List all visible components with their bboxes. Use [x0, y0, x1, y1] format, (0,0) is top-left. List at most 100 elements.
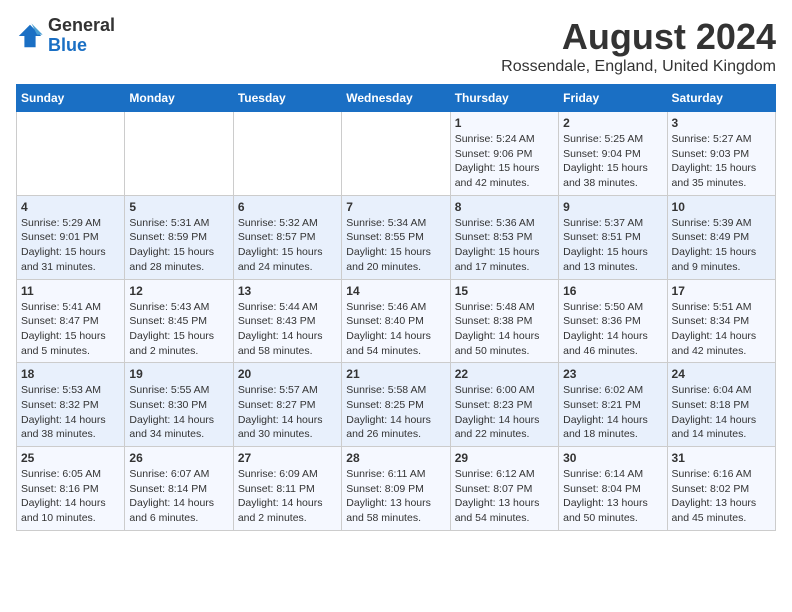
calendar-day-cell [125, 112, 233, 196]
calendar-day-cell: 9 Sunrise: 5:37 AM Sunset: 8:51 PM Daylig… [559, 195, 667, 279]
day-number: 5 [129, 200, 228, 214]
day-of-week-header: Monday [125, 85, 233, 112]
day-of-week-header: Thursday [450, 85, 558, 112]
day-info: Sunrise: 5:39 AM Sunset: 8:49 PM Dayligh… [672, 216, 771, 275]
calendar-day-cell: 2Sunrise: 5:25 AM Sunset: 9:04 PM Daylig… [559, 112, 667, 196]
calendar-day-cell: 30 Sunrise: 6:14 AM Sunset: 8:04 PM Dayli… [559, 447, 667, 531]
day-info: Sunrise: 6:05 AM Sunset: 8:16 PM Dayligh… [21, 467, 120, 526]
calendar-day-cell: 1 Sunrise: 5:24 AM Sunset: 9:06 PM Daylig… [450, 112, 558, 196]
calendar-day-cell [342, 112, 450, 196]
day-number: 26 [129, 451, 228, 465]
day-number: 25 [21, 451, 120, 465]
day-info: Sunrise: 6:14 AM Sunset: 8:04 PM Dayligh… [563, 467, 662, 526]
calendar-day-cell: 18 Sunrise: 5:53 AM Sunset: 8:32 PM Dayli… [17, 363, 125, 447]
location-subtitle: Rossendale, England, United Kingdom [501, 58, 776, 76]
day-of-week-header: Wednesday [342, 85, 450, 112]
calendar-day-cell: 14 Sunrise: 5:46 AM Sunset: 8:40 PM Dayli… [342, 279, 450, 363]
calendar-day-cell: 11Sunrise: 5:41 AM Sunset: 8:47 PM Dayli… [17, 279, 125, 363]
day-info: Sunrise: 5:44 AM Sunset: 8:43 PM Dayligh… [238, 300, 337, 359]
calendar-day-cell: 5 Sunrise: 5:31 AM Sunset: 8:59 PM Daylig… [125, 195, 233, 279]
day-number: 10 [672, 200, 771, 214]
day-info: Sunrise: 5:46 AM Sunset: 8:40 PM Dayligh… [346, 300, 445, 359]
calendar-day-cell: 24 Sunrise: 6:04 AM Sunset: 8:18 PM Dayli… [667, 363, 775, 447]
day-number: 28 [346, 451, 445, 465]
calendar-week-row: 1 Sunrise: 5:24 AM Sunset: 9:06 PM Daylig… [17, 112, 776, 196]
day-number: 6 [238, 200, 337, 214]
day-number: 24 [672, 367, 771, 381]
title-block: August 2024 Rossendale, England, United … [501, 16, 776, 76]
calendar-day-cell: 23 Sunrise: 6:02 AM Sunset: 8:21 PM Dayli… [559, 363, 667, 447]
day-of-week-header: Tuesday [233, 85, 341, 112]
calendar-day-cell: 10 Sunrise: 5:39 AM Sunset: 8:49 PM Dayli… [667, 195, 775, 279]
calendar-day-cell: 12 Sunrise: 5:43 AM Sunset: 8:45 PM Dayli… [125, 279, 233, 363]
page-header: General Blue August 2024 Rossendale, Eng… [16, 16, 776, 76]
calendar-day-cell: 7 Sunrise: 5:34 AM Sunset: 8:55 PM Daylig… [342, 195, 450, 279]
day-info: Sunrise: 5:34 AM Sunset: 8:55 PM Dayligh… [346, 216, 445, 275]
day-number: 7 [346, 200, 445, 214]
day-number: 21 [346, 367, 445, 381]
day-number: 8 [455, 200, 554, 214]
day-number: 31 [672, 451, 771, 465]
day-info: Sunrise: 5:24 AM Sunset: 9:06 PM Dayligh… [455, 132, 554, 191]
day-number: 13 [238, 284, 337, 298]
calendar-day-cell: 29Sunrise: 6:12 AM Sunset: 8:07 PM Dayli… [450, 447, 558, 531]
day-number: 1 [455, 116, 554, 130]
day-info: Sunrise: 5:29 AM Sunset: 9:01 PM Dayligh… [21, 216, 120, 275]
day-info: Sunrise: 6:11 AM Sunset: 8:09 PM Dayligh… [346, 467, 445, 526]
day-number: 9 [563, 200, 662, 214]
day-number: 2 [563, 116, 662, 130]
day-info: Sunrise: 6:04 AM Sunset: 8:18 PM Dayligh… [672, 383, 771, 442]
calendar-day-cell: 13 Sunrise: 5:44 AM Sunset: 8:43 PM Dayli… [233, 279, 341, 363]
day-number: 19 [129, 367, 228, 381]
day-number: 15 [455, 284, 554, 298]
calendar-day-cell: 6 Sunrise: 5:32 AM Sunset: 8:57 PM Daylig… [233, 195, 341, 279]
day-info: Sunrise: 5:32 AM Sunset: 8:57 PM Dayligh… [238, 216, 337, 275]
day-number: 27 [238, 451, 337, 465]
calendar-week-row: 4 Sunrise: 5:29 AM Sunset: 9:01 PM Daylig… [17, 195, 776, 279]
day-number: 4 [21, 200, 120, 214]
month-title: August 2024 [501, 16, 776, 58]
day-number: 16 [563, 284, 662, 298]
calendar-day-cell: 22Sunrise: 6:00 AM Sunset: 8:23 PM Dayli… [450, 363, 558, 447]
day-number: 12 [129, 284, 228, 298]
day-info: Sunrise: 5:48 AM Sunset: 8:38 PM Dayligh… [455, 300, 554, 359]
day-number: 17 [672, 284, 771, 298]
calendar-header-row: SundayMondayTuesdayWednesdayThursdayFrid… [17, 85, 776, 112]
calendar-day-cell: 20Sunrise: 5:57 AM Sunset: 8:27 PM Dayli… [233, 363, 341, 447]
calendar-week-row: 18 Sunrise: 5:53 AM Sunset: 8:32 PM Dayli… [17, 363, 776, 447]
calendar-day-cell: 3 Sunrise: 5:27 AM Sunset: 9:03 PM Daylig… [667, 112, 775, 196]
logo-icon [16, 22, 44, 50]
day-of-week-header: Friday [559, 85, 667, 112]
calendar-day-cell: 4 Sunrise: 5:29 AM Sunset: 9:01 PM Daylig… [17, 195, 125, 279]
day-number: 23 [563, 367, 662, 381]
logo: General Blue [16, 16, 115, 56]
day-number: 14 [346, 284, 445, 298]
calendar-day-cell: 15 Sunrise: 5:48 AM Sunset: 8:38 PM Dayli… [450, 279, 558, 363]
day-info: Sunrise: 6:00 AM Sunset: 8:23 PM Dayligh… [455, 383, 554, 442]
calendar-week-row: 25 Sunrise: 6:05 AM Sunset: 8:16 PM Dayli… [17, 447, 776, 531]
calendar-week-row: 11Sunrise: 5:41 AM Sunset: 8:47 PM Dayli… [17, 279, 776, 363]
calendar-table: SundayMondayTuesdayWednesdayThursdayFrid… [16, 84, 776, 531]
day-info: Sunrise: 6:16 AM Sunset: 8:02 PM Dayligh… [672, 467, 771, 526]
logo-text-general: General [48, 15, 115, 35]
day-info: Sunrise: 6:02 AM Sunset: 8:21 PM Dayligh… [563, 383, 662, 442]
day-info: Sunrise: 5:55 AM Sunset: 8:30 PM Dayligh… [129, 383, 228, 442]
day-info: Sunrise: 5:53 AM Sunset: 8:32 PM Dayligh… [21, 383, 120, 442]
day-info: Sunrise: 5:31 AM Sunset: 8:59 PM Dayligh… [129, 216, 228, 275]
calendar-day-cell: 19 Sunrise: 5:55 AM Sunset: 8:30 PM Dayli… [125, 363, 233, 447]
calendar-day-cell: 21Sunrise: 5:58 AM Sunset: 8:25 PM Dayli… [342, 363, 450, 447]
day-number: 18 [21, 367, 120, 381]
day-info: Sunrise: 5:57 AM Sunset: 8:27 PM Dayligh… [238, 383, 337, 442]
day-info: Sunrise: 5:51 AM Sunset: 8:34 PM Dayligh… [672, 300, 771, 359]
day-info: Sunrise: 5:37 AM Sunset: 8:51 PM Dayligh… [563, 216, 662, 275]
day-number: 29 [455, 451, 554, 465]
logo-text-blue: Blue [48, 35, 87, 55]
day-number: 3 [672, 116, 771, 130]
day-number: 30 [563, 451, 662, 465]
day-info: Sunrise: 5:27 AM Sunset: 9:03 PM Dayligh… [672, 132, 771, 191]
day-info: Sunrise: 5:43 AM Sunset: 8:45 PM Dayligh… [129, 300, 228, 359]
calendar-day-cell: 31 Sunrise: 6:16 AM Sunset: 8:02 PM Dayli… [667, 447, 775, 531]
calendar-day-cell: 25 Sunrise: 6:05 AM Sunset: 8:16 PM Dayli… [17, 447, 125, 531]
calendar-day-cell: 27Sunrise: 6:09 AM Sunset: 8:11 PM Dayli… [233, 447, 341, 531]
day-info: Sunrise: 5:41 AM Sunset: 8:47 PM Dayligh… [21, 300, 120, 359]
